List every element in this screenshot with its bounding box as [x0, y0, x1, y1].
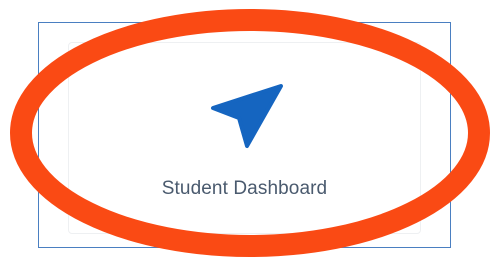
tile-label[interactable]: Student Dashboard: [68, 178, 421, 200]
screenshot-stage: Student Dashboard: [0, 0, 493, 265]
navigation-arrow-icon: [211, 84, 283, 148]
